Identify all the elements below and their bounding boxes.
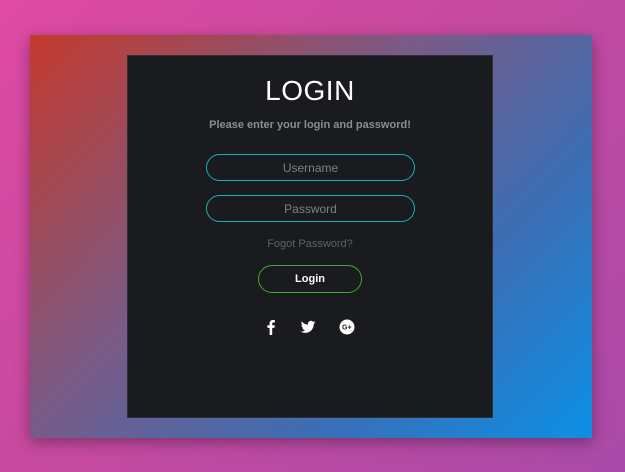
password-input[interactable] bbox=[206, 195, 415, 222]
facebook-icon[interactable] bbox=[262, 318, 280, 336]
gradient-panel: LOGIN Please enter your login and passwo… bbox=[30, 35, 592, 438]
twitter-icon[interactable] bbox=[299, 318, 317, 336]
login-title: LOGIN bbox=[265, 75, 355, 106]
forgot-password-link[interactable]: Fogot Password? bbox=[128, 238, 492, 250]
svg-text:G+: G+ bbox=[342, 325, 352, 332]
username-input[interactable] bbox=[206, 154, 415, 181]
social-login-row: G+ bbox=[128, 318, 492, 336]
login-button[interactable]: Login bbox=[258, 265, 362, 293]
login-card: LOGIN Please enter your login and passwo… bbox=[127, 55, 493, 418]
google-plus-icon[interactable]: G+ bbox=[338, 318, 356, 336]
login-subtitle: Please enter your login and password! bbox=[209, 119, 411, 131]
